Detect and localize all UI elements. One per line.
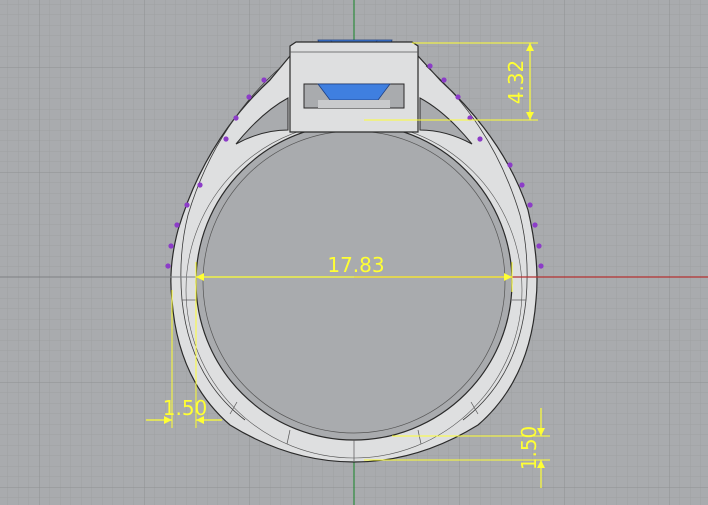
- setting-window-inner: [318, 100, 390, 108]
- dimension-head-height-label: 4.32: [504, 60, 528, 105]
- setting-window-gem: [317, 83, 391, 101]
- ring-inner-hole: [195, 123, 513, 441]
- rhino-viewport[interactable]: 17.83 4.32 1.50 1.50: [0, 0, 708, 505]
- dimension-band-thickness-label: 1.50: [517, 426, 541, 471]
- dimension-band-width-label: 1.50: [163, 396, 208, 420]
- dimension-inner-diameter-label: 17.83: [327, 253, 384, 277]
- viewport-canvas[interactable]: 17.83 4.32 1.50 1.50: [0, 0, 708, 505]
